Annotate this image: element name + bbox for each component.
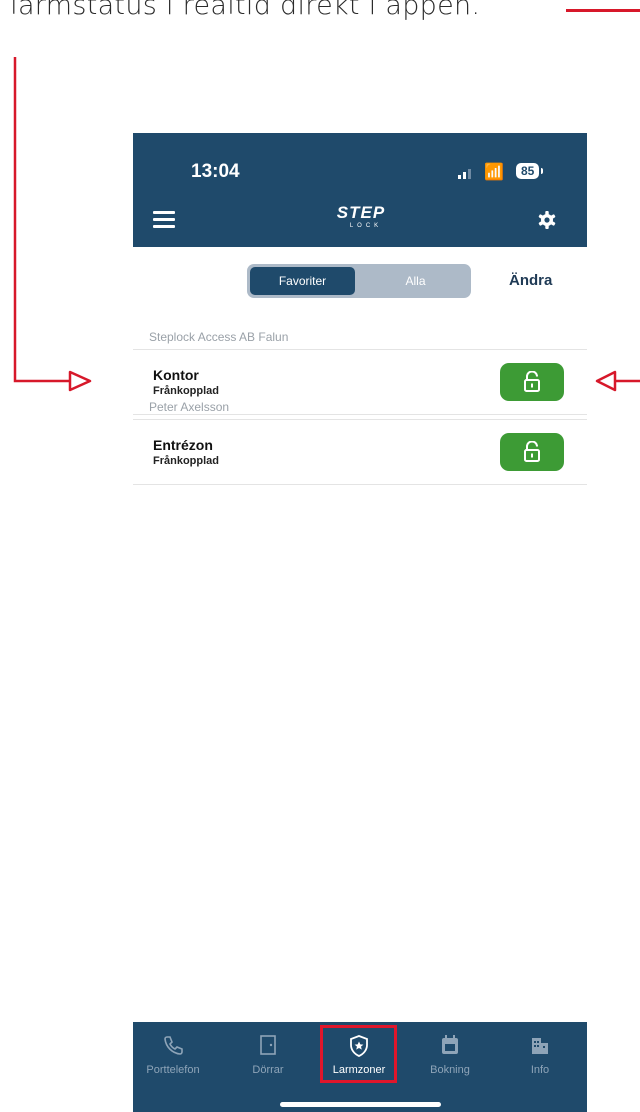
nav-label: Info: [530, 1064, 550, 1076]
nav-dorrar[interactable]: Dörrar: [228, 1022, 308, 1076]
nav-porttelefon[interactable]: Porttelefon: [133, 1022, 213, 1076]
zone-name: Kontor: [153, 367, 199, 383]
annotation-line: [566, 9, 640, 12]
nav-label: Porttelefon: [146, 1064, 200, 1076]
lock-toggle-button[interactable]: [500, 433, 564, 471]
edit-button[interactable]: Ändra: [509, 272, 552, 289]
tab-favoriter[interactable]: Favoriter: [250, 267, 355, 295]
zone-row-entrezon[interactable]: Entrézon Frånkopplad: [133, 419, 587, 485]
battery-indicator: 85: [516, 163, 544, 179]
hamburger-menu-icon[interactable]: [153, 211, 175, 232]
phone-icon: [164, 1036, 183, 1055]
phone-screen: 13:04 📶 85 STEP LOCK Favoriter Alla Ändr…: [133, 133, 587, 1112]
tab-alla[interactable]: Alla: [363, 267, 468, 295]
bottom-nav: Porttelefon Dörrar Larmzoner Bokning Inf…: [133, 1022, 587, 1112]
calendar-icon: [442, 1035, 458, 1054]
signal-icon: [458, 169, 471, 179]
nav-bokning[interactable]: Bokning: [410, 1022, 490, 1076]
active-tab-highlight: [320, 1025, 397, 1083]
app-logo: STEP LOCK: [336, 203, 386, 230]
section-header: Steplock Access AB Falun: [133, 325, 587, 349]
zone-status: Frånkopplad: [153, 455, 220, 467]
annotation-arrow-left: [595, 370, 617, 392]
building-icon: [532, 1038, 548, 1054]
home-indicator: [280, 1102, 441, 1107]
nav-label: Dörrar: [252, 1064, 284, 1076]
segmented-control: Favoriter Alla: [247, 264, 471, 298]
status-time: 13:04: [191, 161, 240, 182]
unlocked-padlock-icon: [524, 441, 540, 462]
annotation-left-connector: [13, 57, 70, 383]
wifi-icon: 📶: [484, 164, 504, 181]
caption-text: se larmstatus i realtid direkt i appen.: [0, 0, 481, 21]
section-title: Steplock Access AB Falun: [149, 330, 289, 344]
unlocked-padlock-icon: [524, 371, 540, 392]
settings-gear-icon[interactable]: [537, 210, 557, 230]
door-icon: [260, 1035, 276, 1055]
app-header: 13:04 📶 85 STEP LOCK: [133, 133, 587, 247]
zone-name: Entrézon: [153, 437, 213, 453]
section-header: Peter Axelsson: [133, 395, 587, 419]
nav-label: Bokning: [430, 1064, 470, 1076]
nav-info[interactable]: Info: [500, 1022, 580, 1076]
annotation-arrow-right: [68, 370, 92, 392]
section-title: Peter Axelsson: [149, 400, 230, 414]
